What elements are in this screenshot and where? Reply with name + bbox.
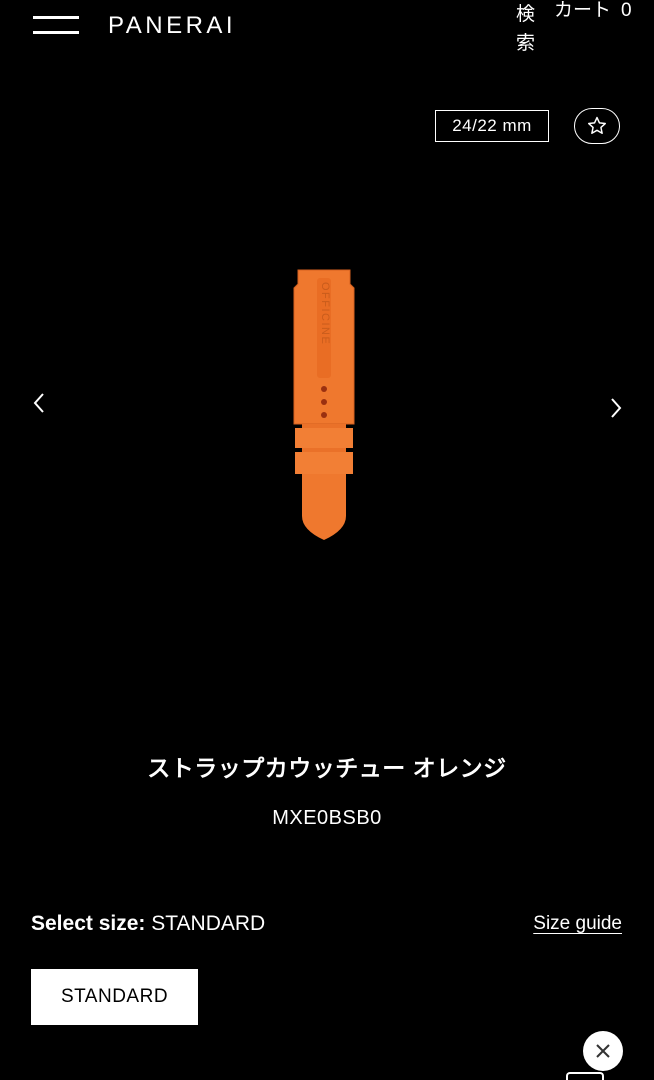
- product-image: OFFICINE: [293, 269, 355, 540]
- selected-size-row: Select size: STANDARD: [31, 910, 265, 938]
- close-button[interactable]: [583, 1031, 623, 1071]
- search-link[interactable]: 検索: [516, 0, 538, 58]
- brand-logo[interactable]: PANERAI: [108, 12, 236, 40]
- close-icon: [596, 1044, 610, 1058]
- chevron-left-icon: [33, 393, 44, 413]
- size-guide-link[interactable]: Size guide: [533, 910, 622, 938]
- floating-widget-edge[interactable]: [566, 1072, 604, 1080]
- size-option-standard[interactable]: STANDARD: [31, 969, 198, 1025]
- carousel-next-button[interactable]: [604, 393, 628, 423]
- strap-size-badge: 24/22 mm: [435, 110, 549, 142]
- product-sku: MXE0BSB0: [272, 807, 382, 829]
- chevron-right-icon: [611, 398, 622, 418]
- cart-count: 0: [621, 0, 632, 21]
- hamburger-menu-icon[interactable]: [33, 14, 79, 38]
- product-page: PANERAI 検索 カート 0 24/22 mm OFFICINE ストラップ…: [0, 0, 654, 1080]
- product-title: ストラップカウッチュー オレンジ: [147, 755, 507, 781]
- strap-engraving: OFFICINE: [319, 282, 331, 345]
- wishlist-button[interactable]: [574, 108, 620, 144]
- cart-link[interactable]: カート 0: [554, 0, 632, 22]
- star-icon: [588, 116, 606, 134]
- cart-label: カート: [554, 0, 612, 21]
- select-size-label: Select size:: [31, 912, 146, 935]
- selected-size-value: STANDARD: [151, 912, 266, 935]
- carousel-prev-button[interactable]: [27, 388, 51, 418]
